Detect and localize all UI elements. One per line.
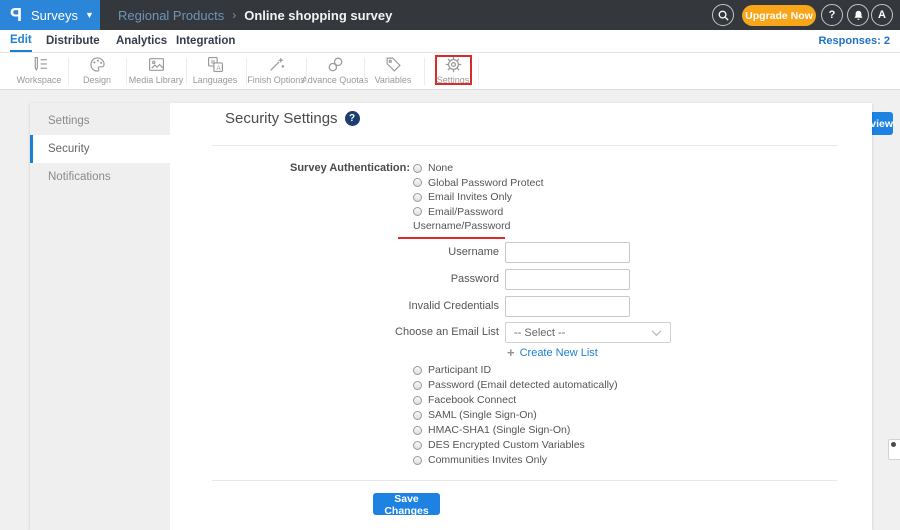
toolbar-item-languages[interactable]: ✻ A Languages [180,56,250,87]
password-input[interactable] [505,269,630,290]
selected-option-annotation [398,237,505,239]
avatar-letter: A [878,9,886,21]
radio-option-facebook-connect[interactable]: Facebook Connect [413,394,516,406]
radio-icon[interactable] [413,440,422,450]
radio-option-password-email-detected[interactable]: Password (Email detected automatically) [413,379,618,391]
radio-icon[interactable] [413,365,422,375]
radio-option-username-password[interactable]: Username/Password [413,220,900,460]
radio-option-global-password[interactable]: Global Password Protect [413,177,544,189]
radio-icon[interactable] [413,455,422,465]
sidebar-item-settings[interactable]: Settings [30,107,170,135]
search-button[interactable] [712,4,734,26]
toolbar-separator [186,58,187,85]
sidebar-item-notifications[interactable]: Notifications [30,163,170,191]
design-palette-icon [89,57,105,72]
bell-icon [853,10,863,20]
chevron-down-icon: ▼ [84,10,94,20]
radio-selected-icon[interactable] [888,439,900,460]
radio-option-email-invites[interactable]: Email Invites Only [413,191,512,203]
survey-nav-tabs: Edit Distribute Analytics Integration Re… [0,30,900,53]
email-list-label: Choose an Email List [395,326,499,338]
radio-option-des-encrypted[interactable]: DES Encrypted Custom Variables [413,439,585,451]
questionpro-logo: P [10,4,23,25]
username-label: Username [448,246,499,258]
settings-panel: Settings Security Notifications Security… [30,103,900,530]
invalid-credentials-label: Invalid Credentials [408,300,500,312]
quota-links-icon [328,57,342,72]
responses-count[interactable]: Responses: 2 [818,30,890,52]
search-icon [718,10,729,21]
toolbar-separator [68,58,69,85]
radio-option-email-password[interactable]: Email/Password [413,206,503,218]
radio-icon[interactable] [413,207,422,216]
edit-toolbar: Workspace Design Media Library ✻ A Langu… [0,53,900,135]
radio-option-participant-id[interactable]: Participant ID [413,364,491,376]
toolbar-separator [424,58,425,85]
radio-icon[interactable] [413,178,422,187]
languages-icon: ✻ A [207,57,223,72]
upgrade-now-button[interactable]: Upgrade Now [742,5,816,26]
breadcrumb-separator-icon: › [232,8,237,22]
username-input[interactable] [505,242,630,263]
breadcrumb-folder[interactable]: Regional Products [118,8,224,23]
title-divider [212,145,837,146]
create-new-list-link[interactable]: + Create New List [507,345,598,360]
toolbar-separator [478,58,479,85]
tab-edit[interactable]: Edit [10,30,32,52]
toolbar-separator [246,58,247,85]
invalid-credentials-input[interactable] [505,296,630,317]
toolbar-separator [306,58,307,85]
svg-text:A: A [216,65,221,72]
top-header-bar: P Surveys ▼ Regional Products › Online s… [0,0,900,30]
radio-option-saml[interactable]: SAML (Single Sign-On) [413,409,537,421]
sidebar-item-security[interactable]: Security [30,135,170,163]
toolbar-separator [364,58,365,85]
plus-icon: + [507,345,515,360]
radio-icon[interactable] [413,163,422,173]
media-library-icon [148,58,164,71]
radio-icon[interactable] [413,380,422,390]
radio-icon[interactable] [413,395,422,405]
toolbar-separator [126,58,127,85]
question-mark-icon: ? [828,9,836,21]
radio-icon[interactable] [413,425,422,435]
radio-icon[interactable] [413,410,422,420]
survey-authentication-label: Survey Authentication: [290,162,410,174]
radio-option-hmac-sha1[interactable]: HMAC-SHA1 (Single Sign-On) [413,424,570,436]
tab-integration[interactable]: Integration [176,30,235,52]
account-avatar[interactable]: A [871,4,893,26]
variables-tag-icon [386,57,401,72]
surveys-product-menu[interactable]: P Surveys ▼ [0,0,100,30]
page-title: Security Settings ? [225,110,360,127]
finish-options-wand-icon [269,58,284,71]
breadcrumb-survey-title: Online shopping survey [244,7,393,23]
title-help-icon[interactable]: ? [344,111,360,126]
svg-text:✻: ✻ [210,59,215,66]
tab-distribute[interactable]: Distribute [46,30,100,52]
chevron-down-icon [651,330,662,337]
password-label: Password [450,273,499,285]
workspace-icon [34,57,47,72]
settings-gear-icon [445,56,461,73]
radio-option-none[interactable]: None [413,162,453,174]
product-menu-label: Surveys [31,7,78,23]
tab-analytics[interactable]: Analytics [116,30,167,52]
radio-option-communities-invites[interactable]: Communities Invites Only [413,454,547,466]
breadcrumb: Regional Products › Online shopping surv… [118,0,392,30]
email-list-select[interactable]: -- Select -- [505,322,671,343]
save-changes-button[interactable]: Save Changes [373,493,440,517]
settings-sidebar: Settings Security Notifications [30,103,170,530]
notifications-button[interactable] [847,4,869,26]
radio-icon[interactable] [413,192,422,202]
help-button[interactable]: ? [821,4,843,26]
bottom-divider [212,480,837,481]
